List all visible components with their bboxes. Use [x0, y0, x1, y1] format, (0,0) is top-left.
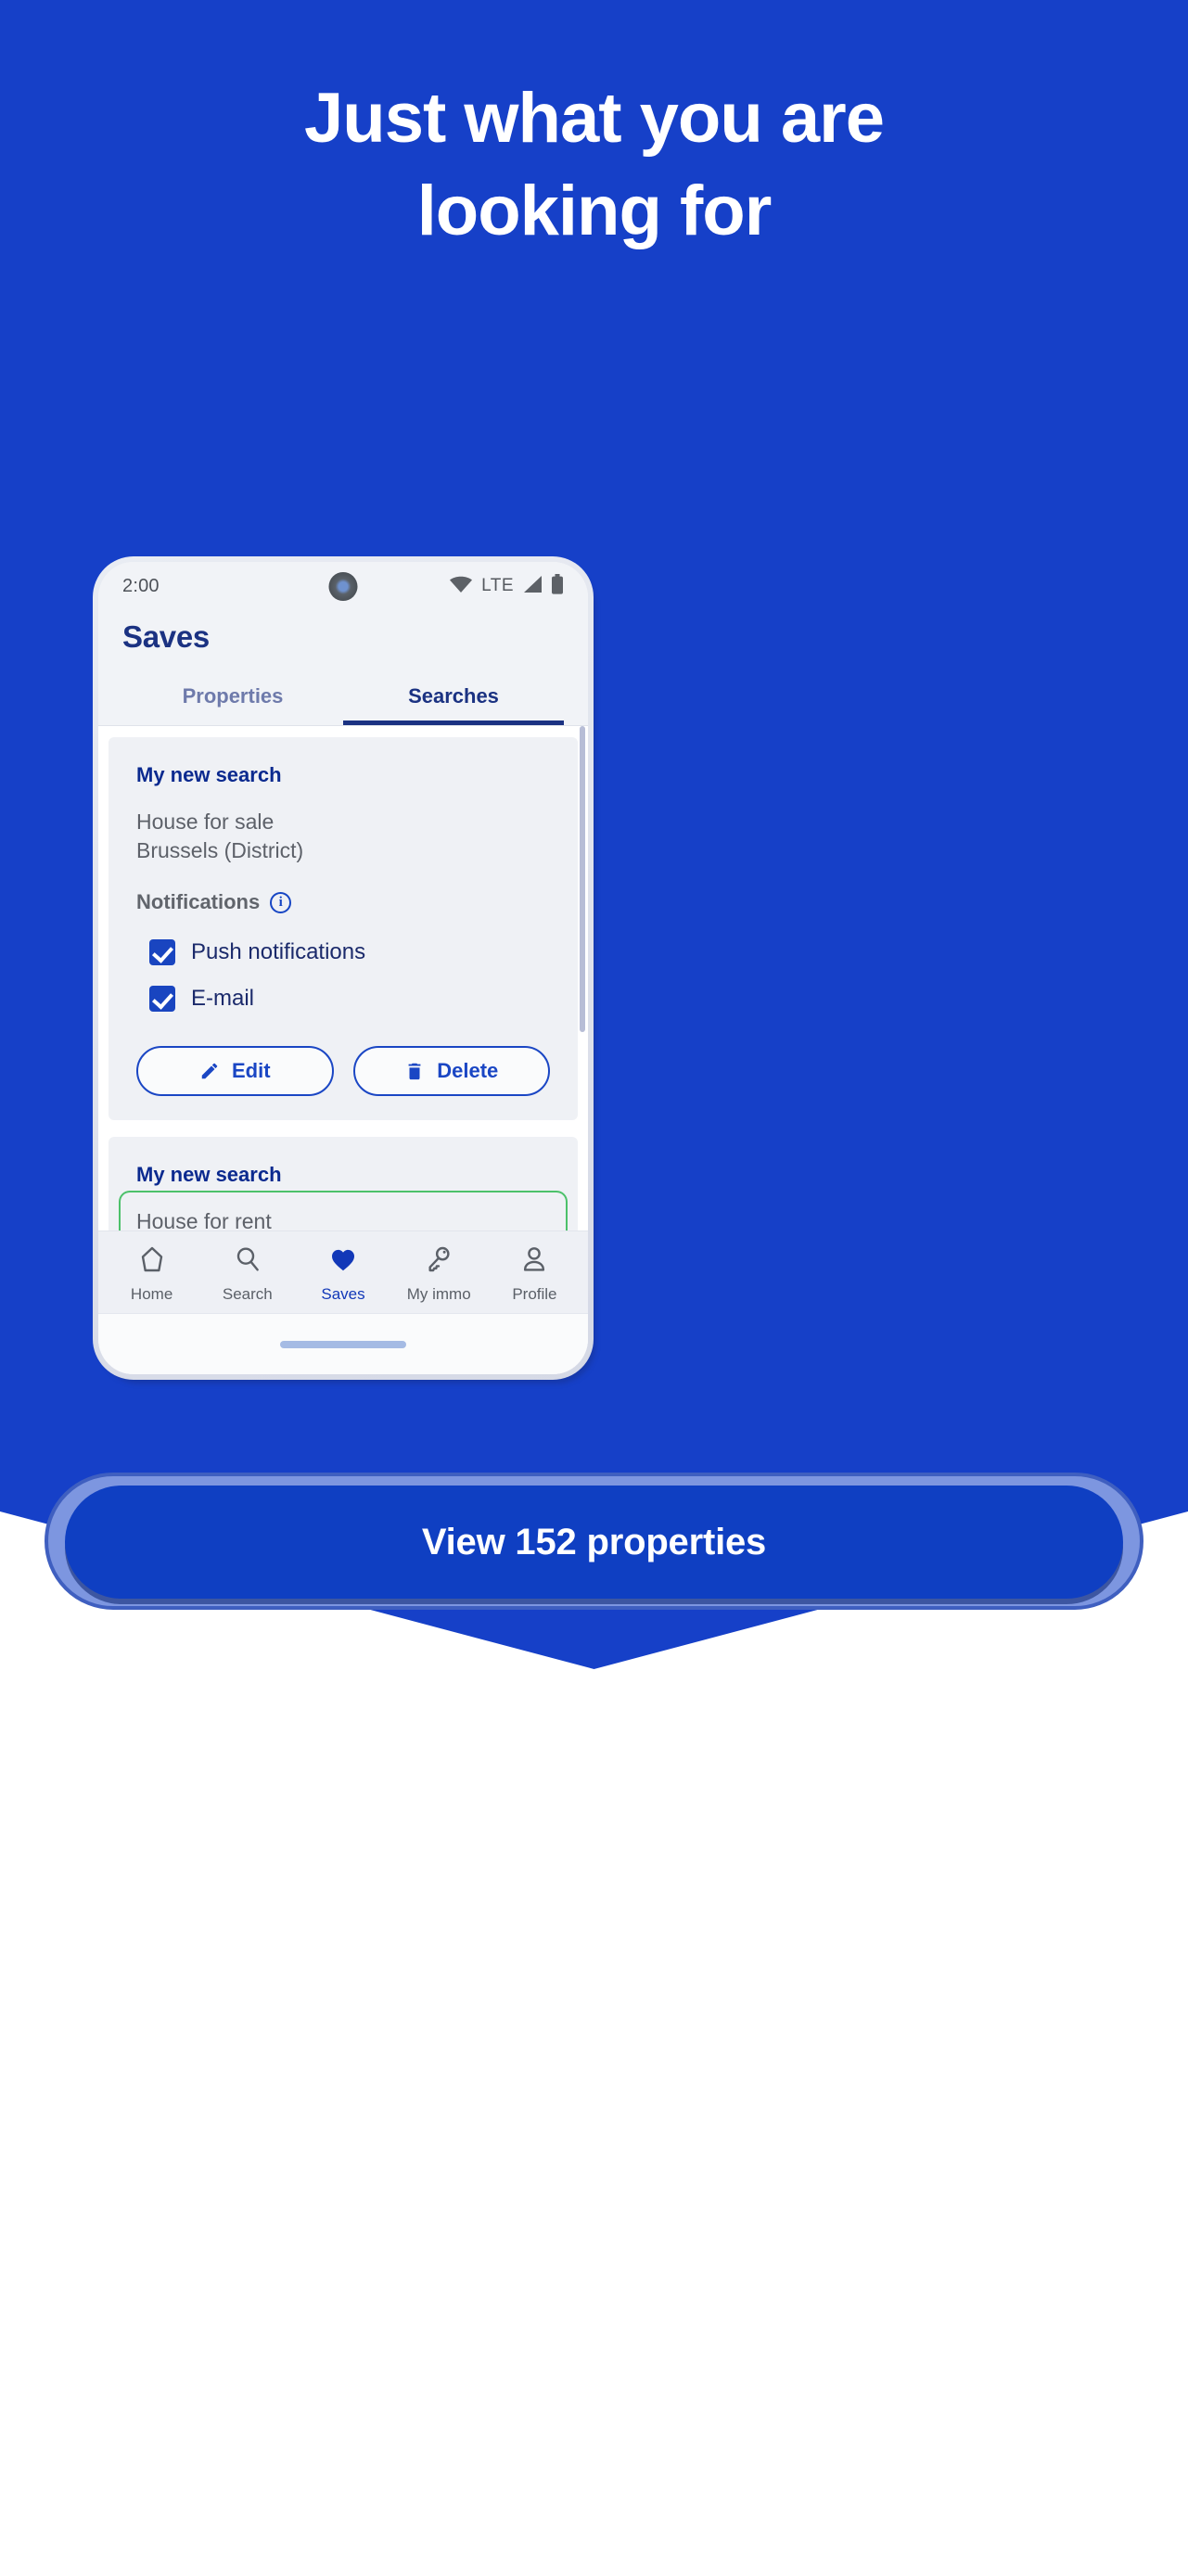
checkbox-row-push[interactable]: Push notifications [136, 929, 550, 976]
person-icon [519, 1244, 549, 1279]
key-icon [424, 1244, 453, 1279]
info-icon[interactable]: i [270, 891, 292, 913]
bottom-nav-items: Home Search Saves My immo Profile [98, 1231, 588, 1313]
saved-search-location: Brussels (District) [136, 837, 304, 862]
tab-searches[interactable]: Searches [343, 684, 564, 725]
edit-button[interactable]: Edit [136, 1046, 334, 1097]
bottom-nav-bar: Home Search Saves My immo Profile [98, 1231, 588, 1374]
network-type-label: LTE [481, 576, 514, 595]
nav-item-search[interactable]: Search [199, 1244, 295, 1304]
checkbox-label-push: Push notifications [191, 939, 366, 965]
app-header: Saves Properties Searches [98, 610, 588, 725]
page-title: Saves [122, 619, 210, 654]
delete-button[interactable]: Delete [352, 1046, 550, 1097]
home-indicator[interactable] [280, 1340, 406, 1348]
wifi-icon [449, 575, 473, 598]
checkbox-row-email[interactable]: E-mail [136, 976, 550, 1022]
saved-search-title: My new search [136, 763, 282, 786]
trash-icon [404, 1061, 425, 1081]
hero-headline: Just what you are looking for [0, 72, 1188, 259]
nav-item-home[interactable]: Home [104, 1244, 199, 1304]
screen-scrollbar[interactable] [580, 726, 585, 1032]
heart-icon [328, 1244, 358, 1279]
delete-button-label: Delete [437, 1059, 499, 1083]
signal-icon [522, 575, 543, 598]
checkbox-label-email: E-mail [191, 986, 255, 1012]
edit-button-label: Edit [231, 1059, 271, 1083]
nav-label-search: Search [222, 1285, 273, 1303]
phone-mockup: 2:00 LTE Saves Properties Searches My ne… [93, 556, 594, 1380]
screenshot-root: Just what you are looking for 2:00 LTE S… [0, 0, 1188, 2576]
view-properties-button[interactable]: View 152 properties [65, 1486, 1123, 1599]
active-tab-indicator [343, 721, 564, 725]
saved-search-card[interactable]: My new search House for sale Brussels (D… [109, 737, 578, 1121]
notifications-header: Notifications i [136, 890, 550, 914]
battery-icon [551, 573, 564, 599]
checkbox-email[interactable] [149, 986, 175, 1013]
phone-screen: 2:00 LTE Saves Properties Searches My ne… [98, 562, 588, 1374]
status-time: 2:00 [122, 575, 160, 596]
hero-headline-line-2: looking for [416, 172, 773, 251]
pencil-icon [199, 1061, 220, 1081]
nav-item-saves[interactable]: Saves [295, 1244, 390, 1304]
search-icon [233, 1244, 262, 1279]
cta-overlay: View 152 properties [45, 1473, 1143, 1610]
home-icon [137, 1244, 167, 1279]
nav-label-profile: Profile [512, 1285, 557, 1303]
saved-search-detail: House for sale [136, 810, 275, 834]
home-indicator-area [98, 1313, 588, 1374]
hero-headline-line-1: Just what you are [304, 79, 885, 158]
notifications-label: Notifications [136, 890, 261, 914]
status-icons: LTE [449, 573, 564, 599]
nav-label-home: Home [130, 1285, 173, 1303]
tab-properties[interactable]: Properties [122, 684, 343, 725]
nav-item-my-immo[interactable]: My immo [391, 1244, 487, 1304]
camera-punchhole-icon [328, 572, 358, 601]
status-bar: 2:00 LTE [98, 562, 588, 610]
saved-search-title: My new search [136, 1163, 282, 1187]
nav-item-profile[interactable]: Profile [487, 1244, 582, 1304]
nav-label-my-immo: My immo [406, 1285, 471, 1303]
card-actions: Edit Delete [136, 1046, 550, 1097]
nav-label-saves: Saves [321, 1285, 365, 1303]
tab-bar: Properties Searches [122, 684, 564, 725]
checkbox-push-notifications[interactable] [149, 939, 175, 966]
